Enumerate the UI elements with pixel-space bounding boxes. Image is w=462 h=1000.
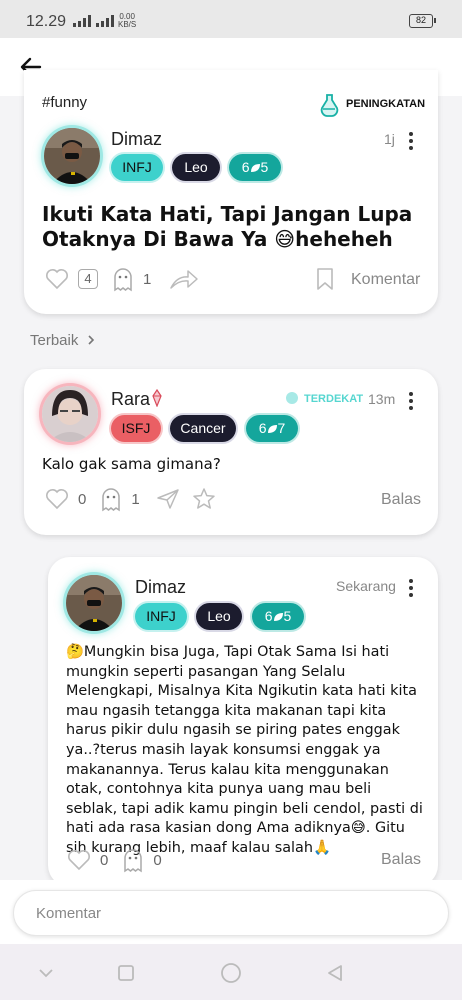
reply-button[interactable]: Balas bbox=[381, 491, 421, 509]
clock: 12.29 bbox=[26, 13, 67, 30]
author-name[interactable]: Dimaz bbox=[111, 129, 162, 150]
potion-icon bbox=[320, 94, 339, 117]
comment-actions: 0 1 bbox=[44, 486, 216, 512]
avatar[interactable] bbox=[42, 386, 98, 442]
post-hashtag[interactable]: #funny bbox=[42, 94, 87, 111]
mbti-chip[interactable]: ISFJ bbox=[111, 415, 161, 442]
avatar-photo bbox=[42, 386, 98, 442]
back-triangle-icon[interactable] bbox=[326, 964, 344, 982]
chevron-right-icon bbox=[87, 335, 94, 345]
ghost-icon[interactable] bbox=[122, 847, 144, 873]
star-icon[interactable] bbox=[192, 487, 216, 511]
like-count: 4 bbox=[78, 269, 98, 289]
crystal-icon bbox=[152, 388, 162, 408]
battery-icon: 82 bbox=[409, 14, 436, 28]
heart-icon[interactable] bbox=[66, 848, 92, 872]
ghost-icon[interactable] bbox=[112, 266, 134, 292]
zodiac-chip[interactable]: Cancer bbox=[170, 415, 236, 442]
system-nav-bar bbox=[0, 944, 462, 1000]
reply-card: Dimaz Sekarang INFJ Leo 65 🤔Mungkin bisa… bbox=[48, 557, 438, 887]
zodiac-chip[interactable]: Leo bbox=[196, 603, 242, 630]
zodiac-chip[interactable]: Leo bbox=[172, 154, 220, 181]
reply-actions: 0 0 bbox=[66, 847, 162, 873]
boost-label[interactable]: PENINGKATAN bbox=[346, 98, 425, 110]
level-left: 6 bbox=[258, 420, 267, 436]
ghost-count: 0 bbox=[153, 851, 162, 869]
comment-time: 13m bbox=[368, 391, 396, 407]
like-count: 0 bbox=[78, 490, 87, 508]
ghost-count: 1 bbox=[143, 270, 152, 288]
ghost-icon[interactable] bbox=[100, 486, 122, 512]
sort-best-label: Terbaik bbox=[30, 332, 79, 349]
level-chip[interactable]: 65 bbox=[252, 603, 304, 630]
comment-card: Rara TERDEKAT 13m ISFJ Cancer 67 Kalo ga… bbox=[24, 369, 438, 535]
avatar-photo bbox=[66, 575, 122, 631]
home-circle-icon[interactable] bbox=[220, 962, 242, 984]
heart-icon[interactable] bbox=[44, 267, 70, 291]
comment-input-bar bbox=[0, 880, 462, 944]
closest-dot-icon bbox=[286, 392, 298, 404]
level-chip[interactable]: 65 bbox=[229, 154, 281, 181]
comment-time: Sekarang bbox=[336, 578, 396, 594]
signal-4g-icon bbox=[96, 15, 114, 27]
closest-badge: TERDEKAT bbox=[304, 393, 364, 405]
ghost-count: 1 bbox=[131, 490, 140, 508]
send-icon[interactable] bbox=[156, 488, 180, 510]
avatar[interactable] bbox=[66, 575, 122, 631]
avatar[interactable] bbox=[44, 128, 100, 184]
level-left: 6 bbox=[264, 608, 273, 624]
level-right: 7 bbox=[277, 420, 286, 436]
level-chip[interactable]: 67 bbox=[246, 415, 298, 442]
post-card: #funny PENINGKATAN Dimaz 1j INFJ Leo 65 … bbox=[24, 70, 438, 314]
leaf-icon bbox=[273, 613, 283, 621]
level-right: 5 bbox=[283, 608, 292, 624]
mbti-chip[interactable]: INFJ bbox=[135, 603, 187, 630]
signal-icon bbox=[73, 15, 91, 27]
comment-text: Kalo gak sama gimana? bbox=[42, 455, 221, 473]
post-title: Ikuti Kata Hati, Tapi Jangan Lupa Otakny… bbox=[42, 202, 413, 251]
mbti-chip[interactable]: INFJ bbox=[111, 154, 163, 181]
comment-input[interactable] bbox=[13, 890, 449, 936]
sort-best[interactable]: Terbaik bbox=[30, 332, 95, 349]
chevron-down-icon[interactable] bbox=[38, 968, 54, 978]
avatar-photo bbox=[44, 128, 100, 184]
like-count: 0 bbox=[100, 851, 109, 869]
level-left: 6 bbox=[241, 159, 250, 175]
reply-text: 🤔Mungkin bisa Juga, Tapi Otak Sama Isi h… bbox=[66, 644, 423, 856]
heart-icon[interactable] bbox=[44, 487, 70, 511]
more-vertical-icon[interactable] bbox=[409, 579, 413, 600]
post-time: 1j bbox=[384, 131, 395, 147]
author-name[interactable]: Rara bbox=[111, 388, 162, 410]
reply-button[interactable]: Balas bbox=[381, 851, 421, 869]
network-speed: 0.00 KB/S bbox=[118, 12, 137, 29]
leaf-icon bbox=[267, 425, 277, 433]
bookmark-icon[interactable] bbox=[316, 267, 334, 291]
author-name[interactable]: Dimaz bbox=[135, 577, 186, 598]
post-actions: 4 1 bbox=[44, 266, 199, 292]
more-vertical-icon[interactable] bbox=[409, 132, 413, 153]
leaf-icon bbox=[250, 164, 260, 172]
level-right: 5 bbox=[260, 159, 269, 175]
comment-button[interactable]: Komentar bbox=[351, 271, 420, 289]
status-bar: 12.29 0.00 KB/S 82 bbox=[0, 0, 462, 38]
more-vertical-icon[interactable] bbox=[409, 392, 413, 413]
recents-square-icon[interactable] bbox=[117, 964, 135, 982]
share-icon[interactable] bbox=[169, 267, 199, 291]
